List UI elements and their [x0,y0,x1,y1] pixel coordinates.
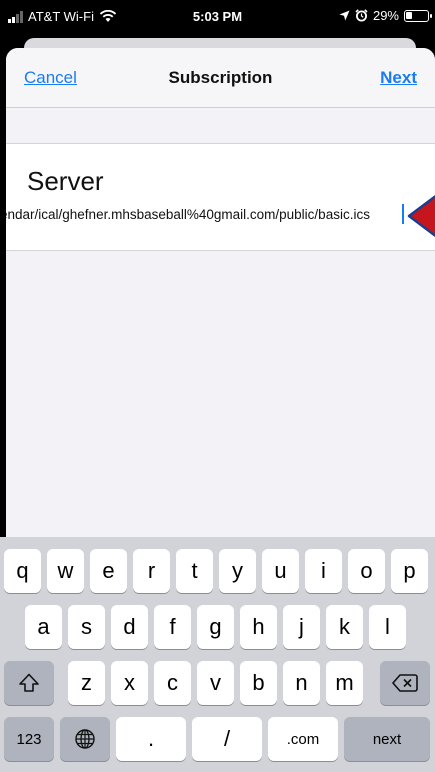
server-field-group: Server endar/ical/ghefner.mhsbaseball%40… [6,143,435,251]
battery-percent: 29% [372,8,399,23]
key-s[interactable]: s [68,605,105,649]
key-g[interactable]: g [197,605,234,649]
cancel-button[interactable]: Cancel [24,68,77,88]
key-m[interactable]: m [326,661,363,705]
key-b[interactable]: b [240,661,277,705]
text-cursor [402,204,404,224]
key-j[interactable]: j [283,605,320,649]
key-w[interactable]: w [47,549,84,593]
next-button[interactable]: Next [380,68,417,88]
navigation-bar: Cancel Subscription Next [6,48,435,108]
battery-icon [404,9,432,22]
key-d[interactable]: d [111,605,148,649]
key-k[interactable]: k [326,605,363,649]
key-f[interactable]: f [154,605,191,649]
location-arrow-icon [339,10,350,21]
key-z[interactable]: z [68,661,105,705]
globe-key[interactable] [60,717,110,761]
shift-key[interactable] [4,661,54,705]
red-arrow-marker [407,194,435,238]
key-e[interactable]: e [90,549,127,593]
key-r[interactable]: r [133,549,170,593]
key-i[interactable]: i [305,549,342,593]
key-x[interactable]: x [111,661,148,705]
shift-icon [19,673,39,692]
key-n[interactable]: n [283,661,320,705]
key-l[interactable]: l [369,605,406,649]
keyboard: q w e r t y u i o p a s d f g h j k l z … [0,537,435,772]
dotcom-key[interactable]: .com [268,717,338,761]
globe-icon [75,729,95,749]
keyboard-next-key[interactable]: next [344,717,430,761]
key-t[interactable]: t [176,549,213,593]
delete-icon [392,674,418,692]
alarm-icon [355,9,368,22]
key-p[interactable]: p [391,549,428,593]
key-a[interactable]: a [25,605,62,649]
slash-key[interactable]: / [192,717,262,761]
key-o[interactable]: o [348,549,385,593]
numbers-key[interactable]: 123 [4,717,54,761]
key-q[interactable]: q [4,549,41,593]
server-input-text: endar/ical/ghefner.mhsbaseball%40gmail.c… [6,207,370,222]
delete-key[interactable] [380,661,430,705]
key-h[interactable]: h [240,605,277,649]
server-label: Server [27,166,104,196]
key-c[interactable]: c [154,661,191,705]
status-bar: AT&T Wi-Fi 5:03 PM 29% [0,0,435,34]
key-u[interactable]: u [262,549,299,593]
period-key[interactable]: . [116,717,186,761]
server-input[interactable]: endar/ical/ghefner.mhsbaseball%40gmail.c… [6,207,398,222]
key-v[interactable]: v [197,661,234,705]
status-right: 29% [339,8,432,23]
key-y[interactable]: y [219,549,256,593]
